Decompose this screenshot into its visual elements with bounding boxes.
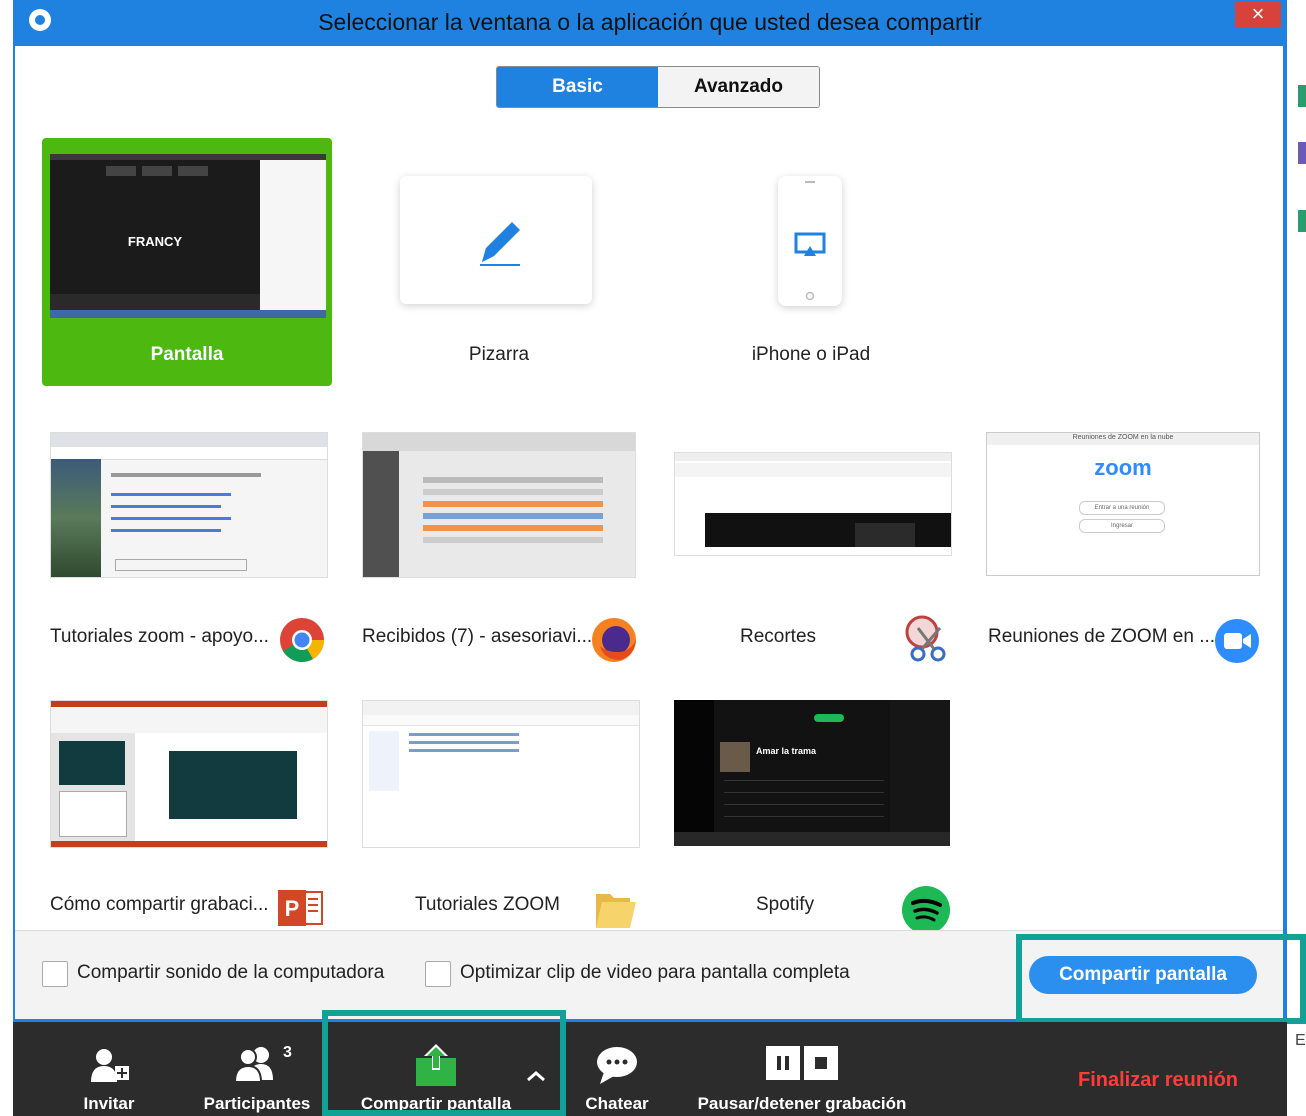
- iphone-card: [778, 176, 842, 306]
- share-tile-spotify[interactable]: Amar la trama Spotify: [666, 694, 956, 942]
- share-tile-folder[interactable]: Tutoriales ZOOM: [354, 694, 644, 942]
- chat-icon: [597, 1047, 637, 1084]
- preview-signin: Ingresar: [1079, 519, 1165, 533]
- window-preview: [674, 452, 952, 556]
- tile-label: Reuniones de ZOOM en ...: [988, 626, 1216, 647]
- highlight-box: [1016, 934, 1306, 1024]
- window-preview: Reuniones de ZOOM en la nube zoom Entrar…: [986, 432, 1260, 576]
- tile-label: iPhone o iPad: [751, 344, 871, 365]
- preview-join: Entrar a una reunión: [1079, 501, 1165, 515]
- share-tile-snipping[interactable]: Recortes: [666, 426, 956, 674]
- share-tile-iphone[interactable]: iPhone o iPad: [666, 138, 956, 386]
- screen-preview: FRANCY: [50, 154, 326, 318]
- tile-label: Spotify: [756, 894, 815, 915]
- pencil-icon: [480, 222, 520, 266]
- optimize-video-label: Optimizar clip de video para pantalla co…: [460, 962, 850, 983]
- share-dialog: Seleccionar la ventana o la aplicación q…: [13, 0, 1287, 1022]
- participants-count: 3: [283, 1044, 292, 1061]
- window-preview: [362, 700, 640, 848]
- airplay-icon: [794, 181, 826, 301]
- tile-label: Tutoriales zoom - apoyo...: [50, 626, 269, 647]
- record-button[interactable]: Pausar/detener grabación: [689, 1022, 915, 1116]
- background-letter: E: [1295, 1032, 1306, 1049]
- share-tile-powerpoint[interactable]: Cómo compartir grabaci... P: [42, 694, 332, 942]
- participants-button[interactable]: 3 Participantes: [199, 1022, 315, 1116]
- share-sound-label: Compartir sonido de la computadora: [77, 962, 385, 983]
- tile-label: Recortes: [740, 626, 817, 647]
- window-preview: [50, 432, 328, 578]
- end-meeting-button[interactable]: Finalizar reunión: [1078, 1069, 1238, 1092]
- share-tile-screen[interactable]: FRANCY Pantalla: [42, 138, 332, 386]
- tile-label: Cómo compartir grabaci...: [50, 894, 269, 915]
- tile-label: Recibidos (7) - asesoriavi...: [362, 626, 593, 647]
- firefox-icon: [590, 616, 638, 664]
- background-mark: [1298, 85, 1306, 107]
- window-preview: Amar la trama: [674, 700, 950, 846]
- title-bar: Seleccionar la ventana o la aplicación q…: [13, 0, 1287, 46]
- window-preview: [362, 432, 636, 578]
- window-preview: [50, 700, 328, 848]
- pause-stop-icon: [766, 1046, 838, 1080]
- whiteboard-card: [400, 176, 592, 304]
- chat-button[interactable]: Chatear: [579, 1022, 655, 1116]
- zoom-icon: [1214, 618, 1262, 666]
- background-mark: [1298, 142, 1306, 164]
- share-tile-whiteboard[interactable]: Pizarra: [354, 138, 644, 386]
- share-sound-checkbox[interactable]: [42, 961, 68, 987]
- folder-icon: [592, 884, 640, 932]
- tile-label: Tutoriales ZOOM: [415, 894, 560, 915]
- preview-title: Reuniones de ZOOM en la nube: [1072, 434, 1174, 441]
- participants-label: Participantes: [203, 1094, 311, 1113]
- preview-logo: zoom: [1094, 455, 1152, 480]
- share-tile-chrome[interactable]: Tutoriales zoom - apoyo...: [42, 426, 332, 674]
- chat-label: Chatear: [585, 1094, 649, 1113]
- screen-preview-name: FRANCY: [127, 234, 183, 249]
- record-label: Pausar/detener grabación: [697, 1094, 907, 1113]
- invite-label: Invitar: [83, 1094, 135, 1113]
- close-button[interactable]: ×: [1235, 2, 1281, 28]
- share-tile-firefox[interactable]: Recibidos (7) - asesoriavi...: [354, 426, 644, 674]
- preview-album-title: Amar la trama: [756, 746, 817, 756]
- tile-label: Pizarra: [468, 344, 530, 365]
- chrome-icon: [278, 616, 326, 664]
- optimize-video-checkbox[interactable]: [425, 961, 451, 987]
- tab-basic[interactable]: Basic: [497, 67, 658, 107]
- meeting-toolbar: Invitar 3 Participantes Compartir pantal…: [13, 1010, 1287, 1116]
- snipping-tool-icon: [900, 614, 948, 662]
- background-mark: [1298, 210, 1306, 232]
- mode-tabs: Basic Avanzado: [496, 66, 820, 108]
- share-options-panel: Basic Avanzado FRANCY Pantalla Pizarra i…: [15, 46, 1283, 934]
- invite-button[interactable]: Invitar: [69, 1022, 149, 1116]
- invite-icon: [91, 1049, 129, 1082]
- share-tile-zoom[interactable]: Reuniones de ZOOM en la nube zoom Entrar…: [978, 426, 1268, 674]
- spotify-icon: [902, 886, 950, 934]
- powerpoint-icon: P: [276, 884, 324, 932]
- tile-label: Pantalla: [150, 344, 224, 365]
- dialog-title: Seleccionar la ventana o la aplicación q…: [318, 9, 982, 35]
- svg-text:P: P: [285, 896, 300, 921]
- highlight-box: [322, 1010, 566, 1116]
- participants-icon: [233, 1047, 273, 1082]
- tab-advanced[interactable]: Avanzado: [658, 67, 819, 107]
